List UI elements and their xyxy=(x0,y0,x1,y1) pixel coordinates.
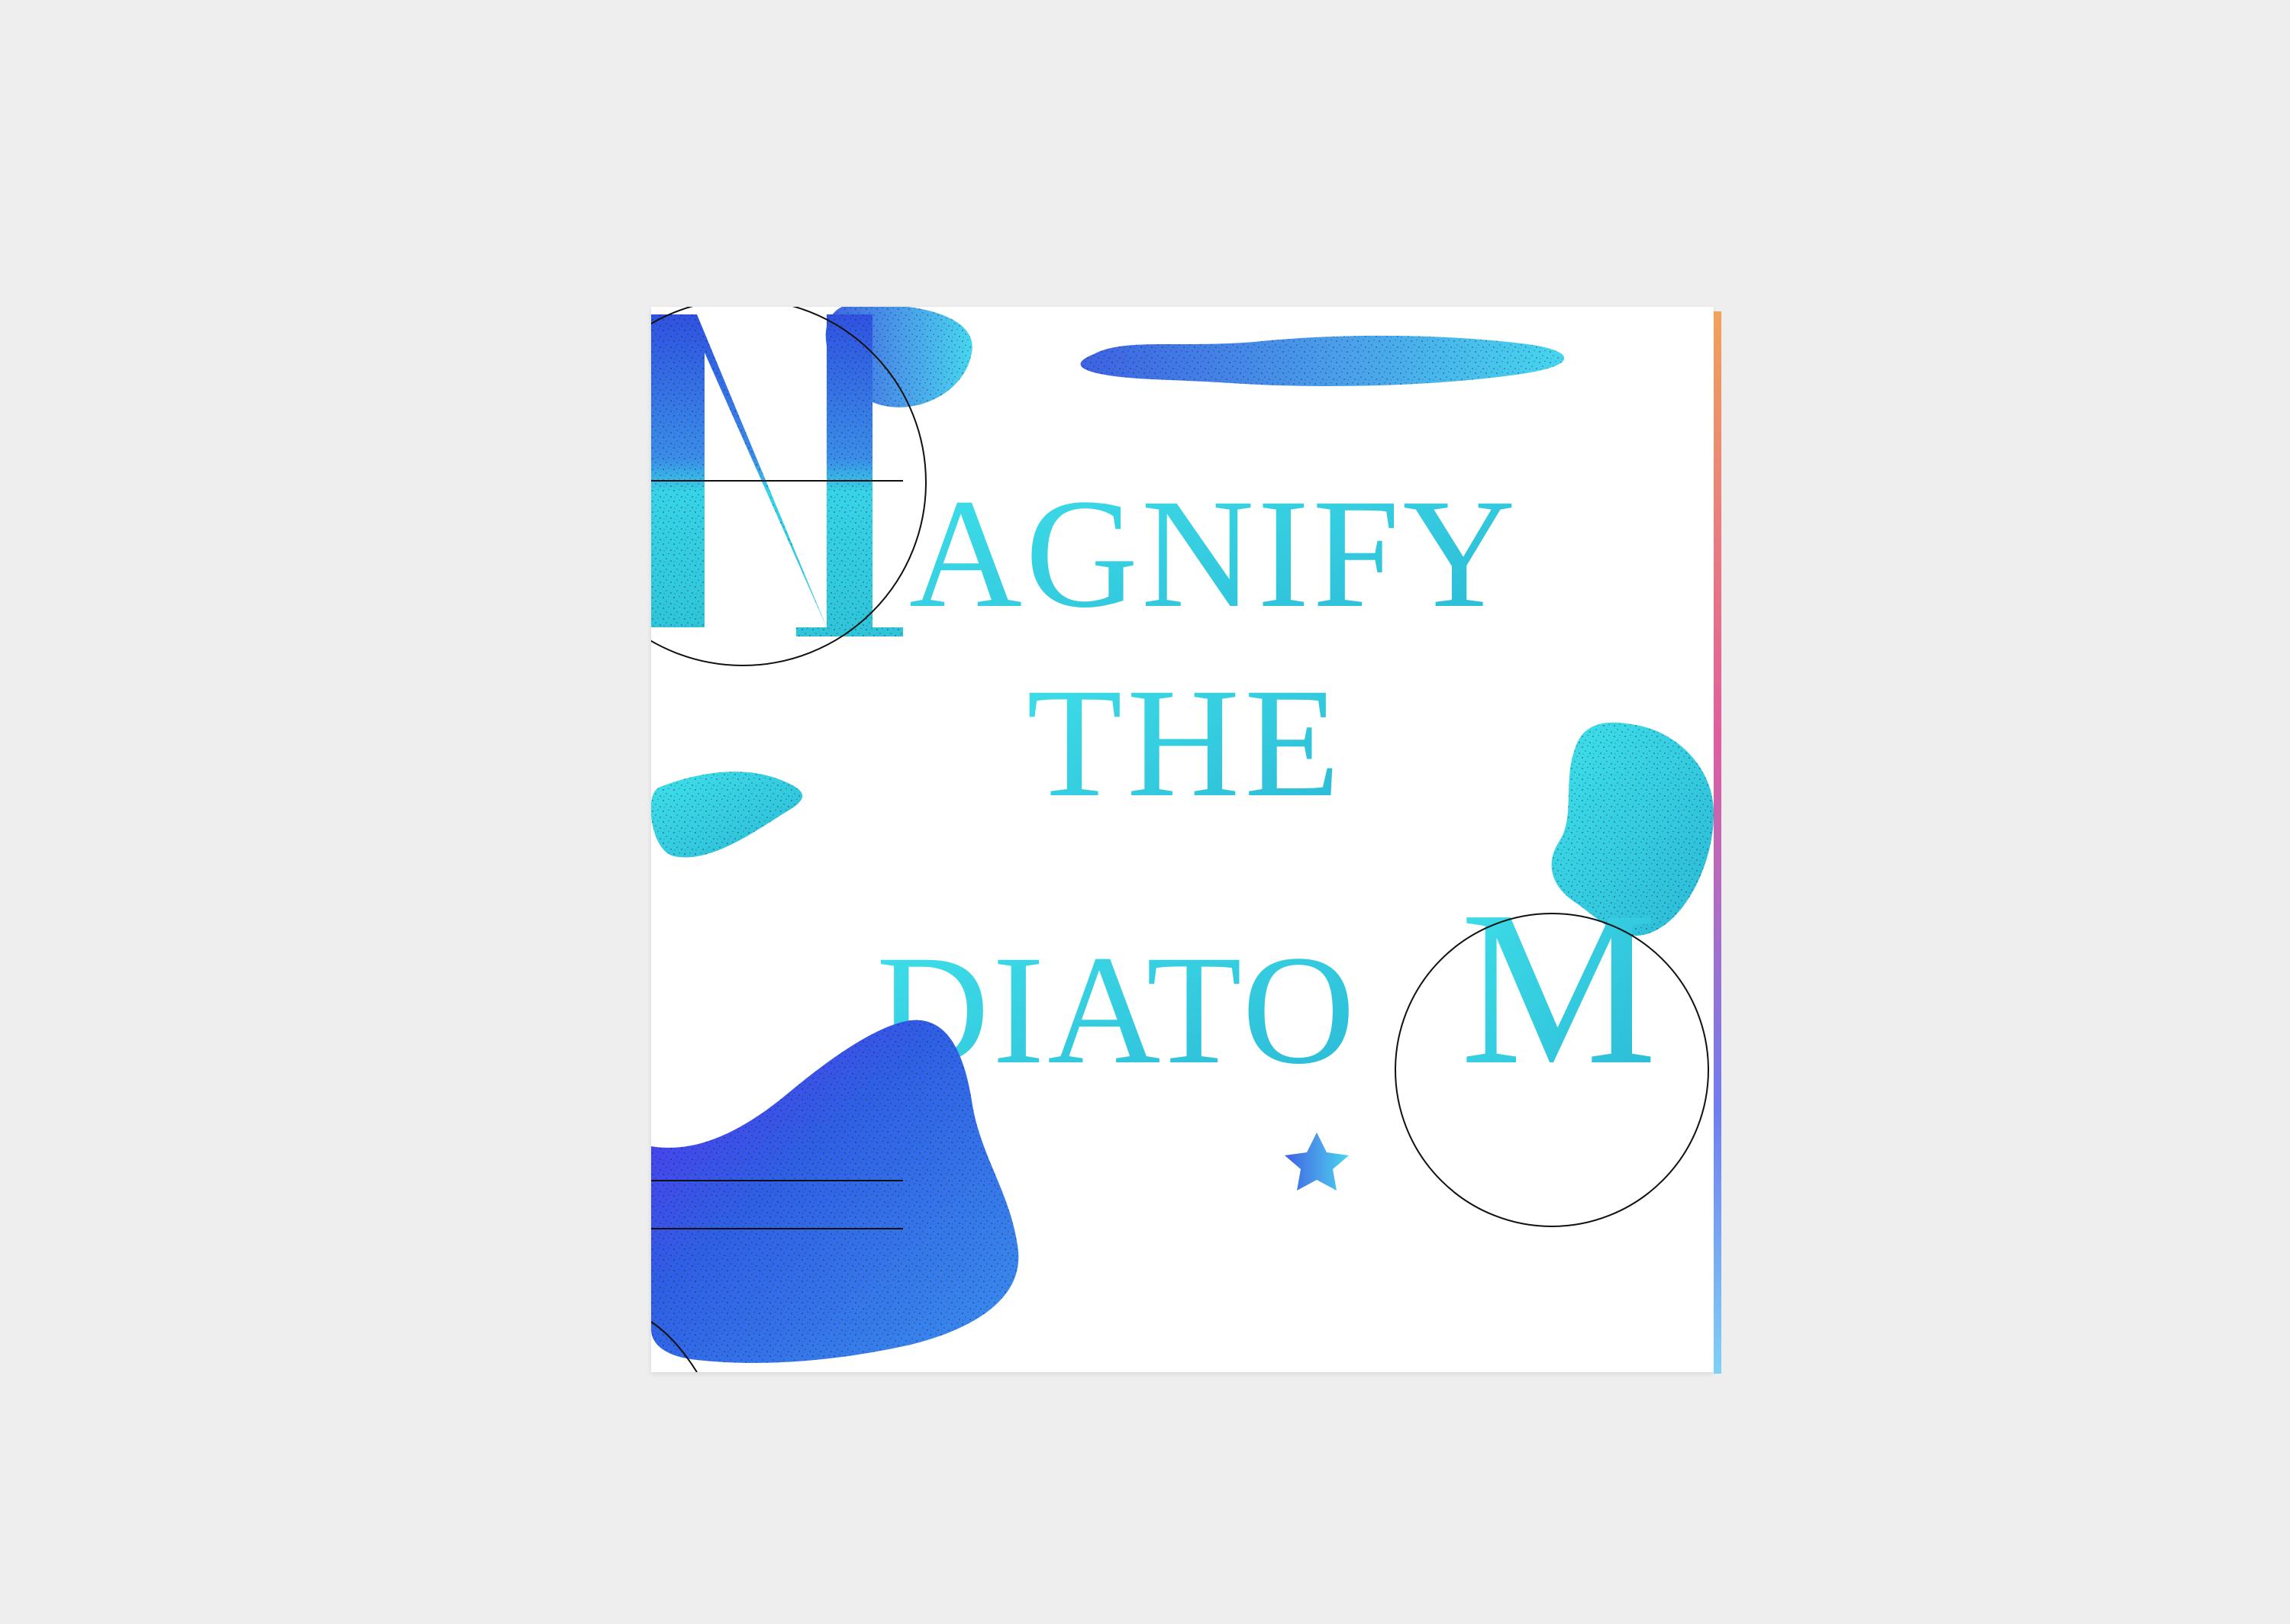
book-cover: AGNIFY THE DIATO M xyxy=(651,307,1721,1374)
photo-stage: AGNIFY THE DIATO M xyxy=(0,0,2290,1624)
final-m-text: M xyxy=(1460,865,1657,1110)
cover-artwork: AGNIFY THE DIATO M xyxy=(651,307,1714,1372)
star-shape xyxy=(1285,1133,1349,1191)
title-line-1-text: AGNIFY xyxy=(909,467,1518,640)
pill-shape xyxy=(1080,335,1565,386)
title-line-1: AGNIFY xyxy=(909,467,1518,640)
title-line-2: THE xyxy=(1027,656,1345,830)
page-edge-colored xyxy=(1714,311,1721,1374)
title-line-2-text: THE xyxy=(1027,656,1345,830)
bottom-blob xyxy=(651,1020,1019,1363)
diamond-shape xyxy=(651,772,803,858)
